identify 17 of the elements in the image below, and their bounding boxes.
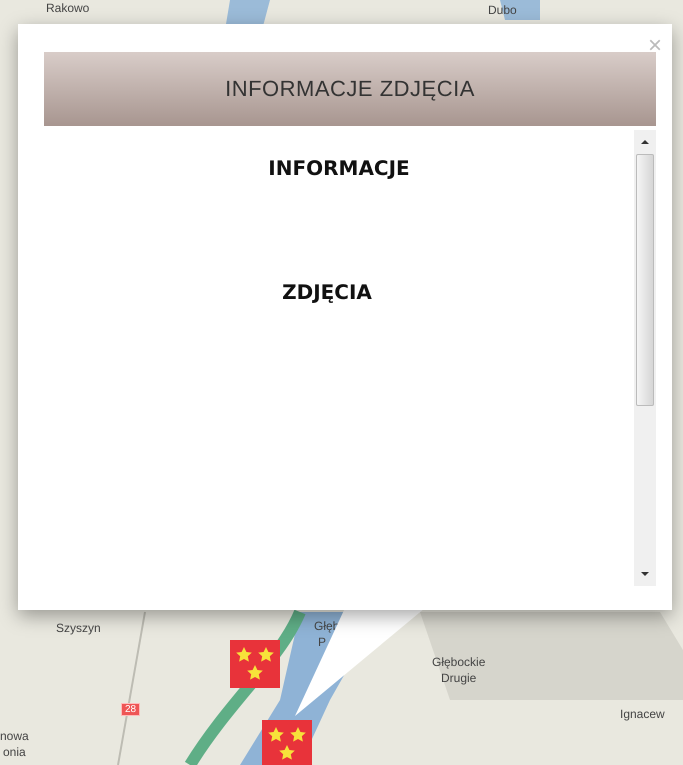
place-label: Dubo xyxy=(488,2,517,18)
scrollbar[interactable] xyxy=(634,130,656,586)
place-label: Rakowo xyxy=(46,0,90,16)
scroll-thumb[interactable] xyxy=(636,154,654,406)
scroll-up-icon[interactable] xyxy=(641,140,649,144)
marker-icon[interactable] xyxy=(230,640,280,688)
place-label: nowa onia xyxy=(0,728,29,760)
marker-icon[interactable] xyxy=(262,720,312,765)
road-number: 28 xyxy=(121,703,140,716)
place-label: Ignacew xyxy=(620,706,665,722)
place-label: Głębockie Drugie xyxy=(432,654,486,686)
place-label: Szyszyn xyxy=(56,620,101,636)
popup-title: INFORMACJE ZDJĘCIA xyxy=(44,52,656,126)
section-heading: INFORMACJE xyxy=(267,156,411,180)
place-label: P xyxy=(318,634,326,650)
scroll-down-icon[interactable] xyxy=(641,572,649,576)
section-heading: ZDJĘCIA xyxy=(281,280,373,304)
